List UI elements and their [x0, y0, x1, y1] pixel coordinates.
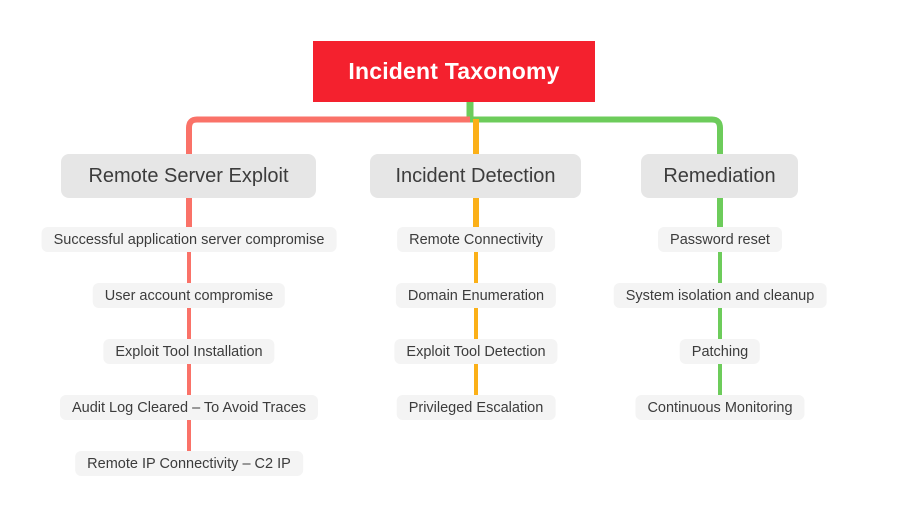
root-node-incident-taxonomy[interactable]: Incident Taxonomy: [313, 41, 595, 102]
leaf-node[interactable]: System isolation and cleanup: [613, 283, 827, 308]
leaf-node[interactable]: User account compromise: [92, 283, 286, 308]
leaf-node[interactable]: Patching: [679, 339, 761, 364]
leaf-node[interactable]: Domain Enumeration: [395, 283, 557, 308]
branch-node-remediation[interactable]: Remediation: [641, 154, 798, 198]
leaf-node[interactable]: Privileged Escalation: [396, 395, 556, 420]
branch-node-remote-server-exploit[interactable]: Remote Server Exploit: [61, 154, 316, 198]
incident-taxonomy-diagram: Incident Taxonomy Remote Server Exploit …: [0, 0, 898, 519]
leaf-node[interactable]: Remote Connectivity: [397, 227, 555, 252]
branch-node-incident-detection[interactable]: Incident Detection: [370, 154, 581, 198]
leaf-node[interactable]: Remote IP Connectivity – C2 IP: [75, 451, 303, 476]
nodes-layer: Incident Taxonomy Remote Server Exploit …: [0, 0, 898, 519]
leaf-node[interactable]: Password reset: [658, 227, 782, 252]
leaf-node[interactable]: Continuous Monitoring: [635, 395, 805, 420]
leaf-node[interactable]: Audit Log Cleared – To Avoid Traces: [59, 395, 319, 420]
leaf-node[interactable]: Exploit Tool Detection: [394, 339, 558, 364]
leaf-node[interactable]: Successful application server compromise: [41, 227, 337, 252]
leaf-node[interactable]: Exploit Tool Installation: [103, 339, 275, 364]
